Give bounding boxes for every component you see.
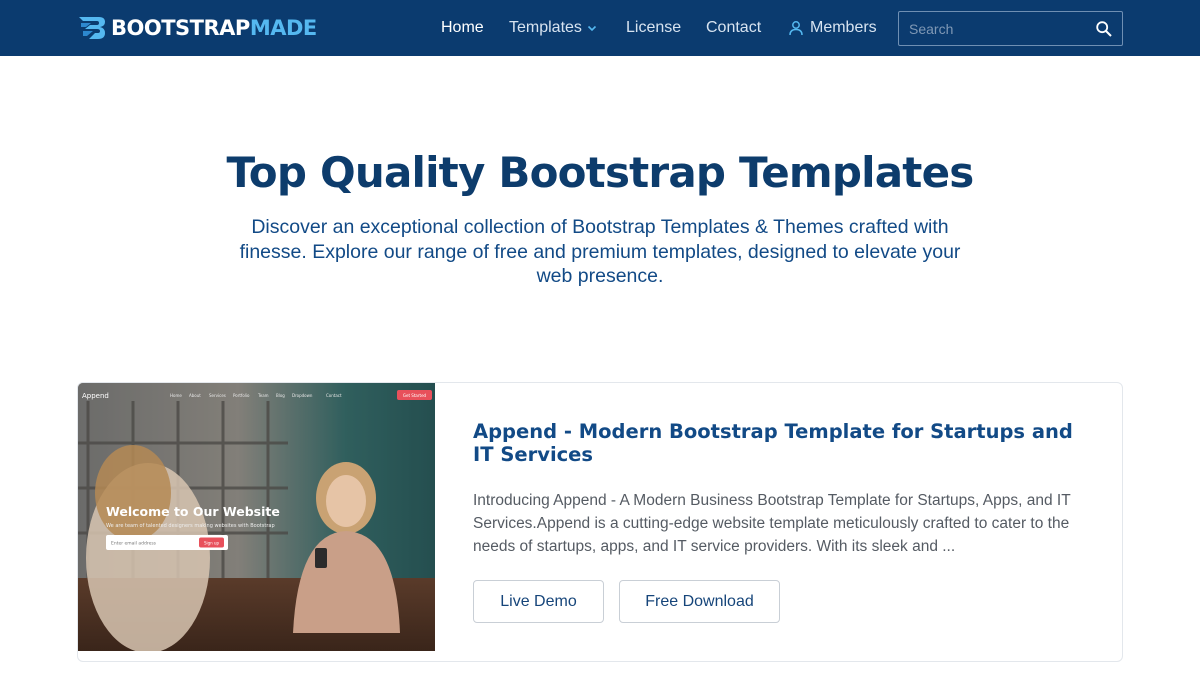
template-description: Introducing Append - A Modern Business B… (473, 492, 1071, 555)
nav-license-label: License (626, 19, 682, 36)
nav-contact-label: Contact (706, 19, 762, 36)
preview-menu-item: Contact (326, 393, 342, 398)
chevron-down-icon (587, 25, 596, 32)
nav-license[interactable]: License (626, 17, 681, 39)
preview-signup: Sign up (204, 541, 220, 546)
preview-menu-item: Services (209, 393, 226, 398)
user-icon (789, 21, 803, 36)
logo-mark-icon (79, 17, 105, 39)
preview-cta: Get Started (403, 393, 427, 398)
live-demo-button[interactable]: Live Demo (473, 580, 604, 623)
template-title[interactable]: Append - Modern Bootstrap Template for S… (473, 420, 1073, 466)
preview-brand: Append (82, 392, 109, 400)
preview-menu-item: Dropdown (292, 393, 313, 398)
preview-menu-item: About (189, 393, 201, 398)
preview-email-placeholder: Enter email address (111, 541, 157, 547)
nav-templates[interactable]: Templates (509, 17, 597, 39)
nav-home[interactable]: Home (441, 17, 484, 39)
nav-members[interactable]: Members (788, 17, 877, 39)
preview-menu-item: Blog (276, 393, 285, 398)
preview-menu-item: Team (257, 393, 269, 398)
free-download-button[interactable]: Free Download (619, 580, 780, 623)
preview-menu-item: Portfolio (233, 393, 250, 398)
logo-wordmark: BOOTSTRAPMADE (111, 13, 317, 43)
nav-home-label: Home (441, 19, 484, 36)
page-title: Top Quality Bootstrap Templates (226, 148, 975, 197)
search-input[interactable] (899, 12, 1089, 45)
nav-templates-label: Templates (509, 19, 582, 36)
logo-primary-text: BOOTSTRAP (111, 16, 250, 40)
template-preview-image[interactable]: Append Home About Services Portfolio Tea… (78, 383, 435, 651)
preview-headline: Welcome to Our Website (106, 504, 280, 519)
preview-illustration: Append Home About Services Portfolio Tea… (78, 383, 435, 651)
page-subtitle: Discover an exceptional collection of Bo… (239, 216, 961, 287)
search-box (898, 11, 1123, 46)
template-card: Append Home About Services Portfolio Tea… (77, 382, 1123, 662)
nav-members-label: Members (810, 19, 877, 36)
preview-menu-item: Home (170, 393, 182, 398)
top-navbar: BOOTSTRAPMADE Home Templates License Con… (0, 0, 1200, 56)
nav-contact[interactable]: Contact (706, 17, 761, 39)
logo-secondary-text: MADE (249, 16, 317, 40)
site-logo[interactable]: BOOTSTRAPMADE (77, 13, 317, 43)
preview-tagline: We are team of talented designers making… (106, 523, 275, 529)
search-icon[interactable] (1095, 20, 1113, 38)
